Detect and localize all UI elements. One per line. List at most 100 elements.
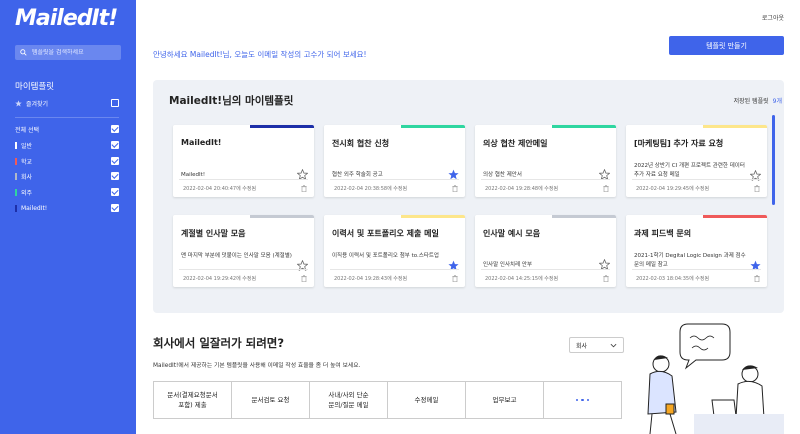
- trash-icon[interactable]: [603, 275, 609, 282]
- card-title: 이력서 및 포트폴리오 제출 메일: [332, 229, 439, 238]
- card-title: MailedIt!: [181, 138, 222, 147]
- card-title: 전시회 협찬 신청: [332, 139, 390, 148]
- category-color-bar: [15, 157, 17, 165]
- category-color-bar: [250, 215, 314, 218]
- category-color-bar: [552, 125, 616, 128]
- card-modified-date: 2022-02-04 20:38:58에 수정됨: [334, 186, 408, 192]
- category-label: MailedIt!: [21, 204, 48, 212]
- card-description: 2021-1학기 Degital Logic Design 과제 점수 문의 메…: [634, 253, 746, 268]
- greeting-text: 안녕하세요 MailedIt!님, 오늘도 이메일 작성의 고수가 되어 보세요…: [153, 50, 367, 59]
- category-color-bar: [15, 141, 17, 149]
- category-color-bar: [703, 125, 767, 128]
- saved-label: 저장된 템플릿: [733, 98, 769, 105]
- card-divider: [481, 269, 610, 270]
- saved-number: 9개: [772, 98, 782, 105]
- select-all-row[interactable]: 전체 선택: [15, 124, 119, 134]
- card-title: 과제 피드백 문의: [634, 229, 692, 238]
- category-color-bar: [15, 204, 17, 212]
- tile-document-review[interactable]: 문서검토 요청: [232, 382, 310, 418]
- category-checkbox[interactable]: [111, 172, 119, 180]
- base-template-tiles: 문서(결제요청문서 포함) 제출 문서검토 요청 사내/사외 단순 문의/질문 …: [153, 381, 622, 419]
- select-all-checkbox[interactable]: [111, 125, 119, 133]
- card-modified-date: 2022-02-03 18:04:35에 수정됨: [636, 276, 710, 282]
- category-color-bar: [703, 215, 767, 218]
- favorites-checkbox[interactable]: [111, 99, 119, 107]
- card-divider: [330, 179, 459, 180]
- sidebar-divider: [15, 117, 119, 118]
- card-modified-date: 2022-02-04 19:28:48에 수정됨: [485, 186, 559, 192]
- saved-count: 저장된 템플릿 9개: [734, 96, 782, 105]
- category-checkbox[interactable]: [111, 188, 119, 196]
- trash-icon[interactable]: [754, 185, 760, 192]
- tile-correction[interactable]: 수정메일: [388, 382, 466, 418]
- template-card[interactable]: 의상 협찬 제안메일 의상 협찬 제안서 2022-02-04 19:28:48에 …: [475, 125, 616, 197]
- trash-icon[interactable]: [754, 275, 760, 282]
- card-divider: [330, 269, 459, 270]
- card-description: 맨 마지막 부분에 덧붙이는 인사말 모음 (계절별): [181, 253, 292, 259]
- template-card[interactable]: 전시회 협찬 신청 협찬 외주 학술회 공고 2022-02-04 20:38:58…: [324, 125, 465, 197]
- sidebar-item-mailedit[interactable]: MailedIt!: [15, 203, 119, 213]
- category-label: 외주: [21, 189, 33, 197]
- tile-more[interactable]: [544, 382, 621, 418]
- sidebar-item-outsourcing[interactable]: 외주: [15, 187, 119, 197]
- category-select[interactable]: 회사: [569, 337, 624, 353]
- card-divider: [179, 179, 308, 180]
- panel-scrollbar[interactable]: [772, 115, 775, 205]
- template-card[interactable]: 계절별 인사말 모음맨 마지막 부분에 덧붙이는 인사말 모음 (계절별) 202…: [173, 215, 314, 287]
- template-card[interactable]: [마케팅팀] 추가 자료 요청 2022년 상반기 CI 개편 프로젝트 관련한 …: [626, 125, 767, 197]
- template-card[interactable]: MailedIt! MailedIt! 2022-02-04 20:40:47에 수…: [173, 125, 314, 197]
- card-divider: [632, 269, 761, 270]
- trash-icon[interactable]: [603, 185, 609, 192]
- tile-work-report[interactable]: 업무보고: [466, 382, 544, 418]
- card-modified-date: 2022-02-04 14:25:15에 수정됨: [485, 276, 559, 282]
- trash-icon[interactable]: [452, 185, 458, 192]
- chevron-down-icon: [610, 343, 617, 348]
- make-template-button[interactable]: 템플릿 만들기: [669, 36, 784, 55]
- section-description: MailedIt!에서 제공하는 기본 템플릿을 사용해 이메일 작성 효율을 …: [153, 363, 361, 369]
- category-checkbox[interactable]: [111, 204, 119, 212]
- category-checkbox[interactable]: [111, 157, 119, 165]
- template-search: [15, 45, 121, 60]
- category-label: 학교: [21, 158, 33, 166]
- section-title: 회사에서 일잘러가 되려면?: [153, 336, 285, 350]
- trash-icon[interactable]: [301, 275, 307, 282]
- favorites-label: 즐겨찾기: [26, 100, 49, 108]
- card-description: 2022년 상반기 CI 개편 프로젝트 관련한 데이터 추가 자료 요청 메일: [634, 163, 745, 178]
- template-card[interactable]: 이력서 및 포트폴리오 제출 메일이직용 이력서 및 포트폴리오 첨부 to.스…: [324, 215, 465, 287]
- category-color-bar: [15, 172, 17, 180]
- category-color-bar: [250, 125, 314, 128]
- category-label: 회사: [21, 173, 33, 181]
- card-title: [마케팅팀] 추가 자료 요청: [634, 139, 724, 148]
- card-modified-date: 2022-02-04 19:28:43에 수정됨: [334, 276, 408, 282]
- sidebar: MailedIt! 마이템플릿 즐겨찾기 전체 선택 일반 학교 회사 외주 M…: [0, 0, 136, 434]
- sidebar-item-school[interactable]: 학교: [15, 156, 119, 166]
- category-label: 일반: [21, 142, 33, 150]
- search-icon: [20, 49, 27, 56]
- card-description: 이직용 이력서 및 포트폴리오 첨부 to.스타트업: [332, 253, 439, 259]
- sidebar-item-company[interactable]: 회사: [15, 171, 119, 181]
- card-title: 인사말 예시 모음: [483, 229, 541, 238]
- trash-icon[interactable]: [452, 275, 458, 282]
- tile-document-submit[interactable]: 문서(결제요청문서 포함) 제출: [154, 382, 232, 418]
- category-color-bar: [401, 125, 465, 128]
- sidebar-title: 마이템플릿: [15, 82, 55, 92]
- card-title: 계절별 인사말 모음: [181, 229, 246, 238]
- select-all-label: 전체 선택: [15, 126, 39, 134]
- trash-icon[interactable]: [301, 185, 307, 192]
- card-modified-date: 2022-02-04 19:29:42에 수정됨: [183, 276, 257, 282]
- card-divider: [179, 269, 308, 270]
- logo[interactable]: MailedIt!: [15, 6, 118, 31]
- template-card[interactable]: 과제 피드백 문의 2021-1학기 Degital Logic Design 과…: [626, 215, 767, 287]
- more-dots-icon: [575, 398, 590, 402]
- card-divider: [632, 179, 761, 180]
- category-checkbox[interactable]: [111, 141, 119, 149]
- favorites-row[interactable]: 즐겨찾기: [15, 98, 119, 108]
- category-color-bar: [401, 215, 465, 218]
- tile-inquiry[interactable]: 사내/사외 단순 문의/질문 메일: [310, 382, 388, 418]
- card-modified-date: 2022-02-04 19:29:45에 수정됨: [636, 186, 710, 192]
- template-card[interactable]: 인사말 예시 모음 인사말 인사치레 안부 2022-02-04 14:25:15에…: [475, 215, 616, 287]
- logout-link[interactable]: 로그아웃: [762, 13, 784, 22]
- sidebar-item-general[interactable]: 일반: [15, 140, 119, 150]
- category-color-bar: [552, 215, 616, 218]
- search-input[interactable]: [32, 49, 117, 56]
